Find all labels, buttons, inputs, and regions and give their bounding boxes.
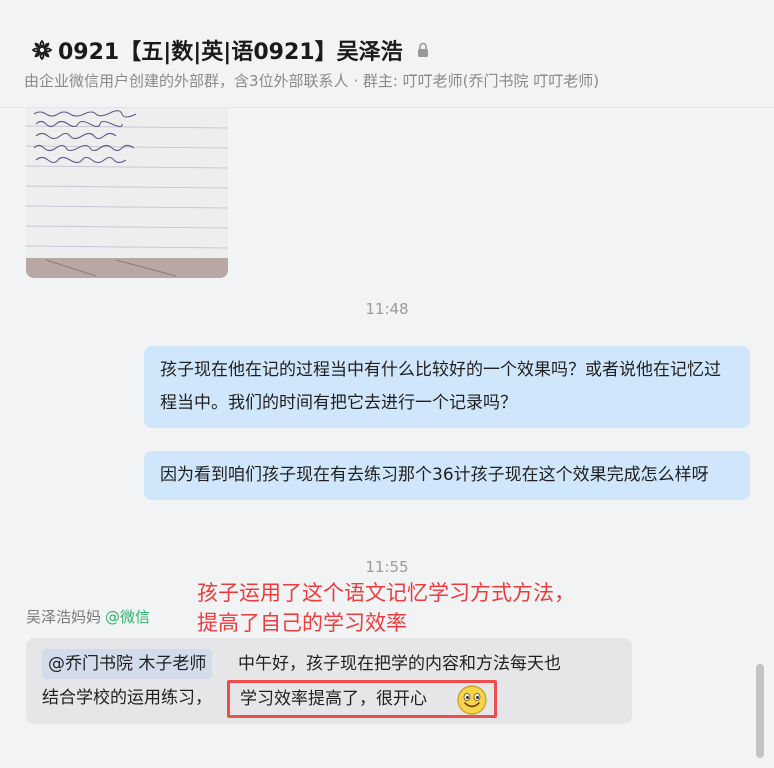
message-text: 结合学校的运用练习，	[42, 688, 212, 708]
message-image[interactable]	[26, 108, 228, 278]
smiley-emoji-icon	[456, 684, 488, 716]
lock-icon	[417, 42, 429, 58]
timestamp: 11:48	[365, 300, 409, 318]
outgoing-message[interactable]: 孩子现在他在记的过程当中有什么比较好的一个效果吗？或者说他在记忆过程当中。我们的…	[144, 346, 750, 428]
sender-name: 吴泽浩妈妈	[26, 608, 102, 626]
annotation-line: 孩子运用了这个语文记忆学习方式方法，	[197, 581, 575, 605]
chat-header: 0921【五|数|英|语0921】吴泽浩 由企业微信用户创建的外部群，含3位外部…	[0, 0, 774, 108]
annotation-text: 孩子运用了这个语文记忆学习方式方法， 提高了自己的学习效率	[197, 578, 575, 638]
timestamp: 11:55	[365, 558, 409, 576]
sender-source: @微信	[105, 608, 151, 626]
message-sender[interactable]: 吴泽浩妈妈 @微信	[26, 606, 150, 627]
chat-title: 0921【五|数|英|语0921】吴泽浩	[58, 40, 403, 65]
incoming-message[interactable]: @乔门书院 木子老师 中午好，孩子现在把学的内容和方法每天也 结合学校的运用练习…	[26, 638, 632, 724]
highlight-box: 学习效率提高了，很开心	[227, 680, 497, 718]
message-text: 中午好，孩子现在把学的内容和方法每天也	[238, 654, 561, 674]
chat-title-row[interactable]: 0921【五|数|英|语0921】吴泽浩	[28, 34, 429, 66]
annotation-line: 提高了自己的学习效率	[197, 611, 407, 635]
outgoing-message[interactable]: 因为看到咱们孩子现在有去练习那个36计孩子现在这个效果完成怎么样呀	[144, 451, 750, 500]
message-list[interactable]: 11:48 孩子现在他在记的过程当中有什么比较好的一个效果吗？或者说他在记忆过程…	[0, 108, 774, 768]
scrollbar-thumb[interactable]	[756, 664, 764, 758]
mention-tag[interactable]: @乔门书院 木子老师	[42, 649, 213, 679]
highlighted-text: 学习效率提高了，很开心	[240, 689, 427, 709]
group-avatar-icon	[28, 36, 56, 64]
chat-subtitle: 由企业微信用户创建的外部群，含3位外部联系人 · 群主: 叮叮老师(乔门书院 叮…	[24, 72, 600, 90]
